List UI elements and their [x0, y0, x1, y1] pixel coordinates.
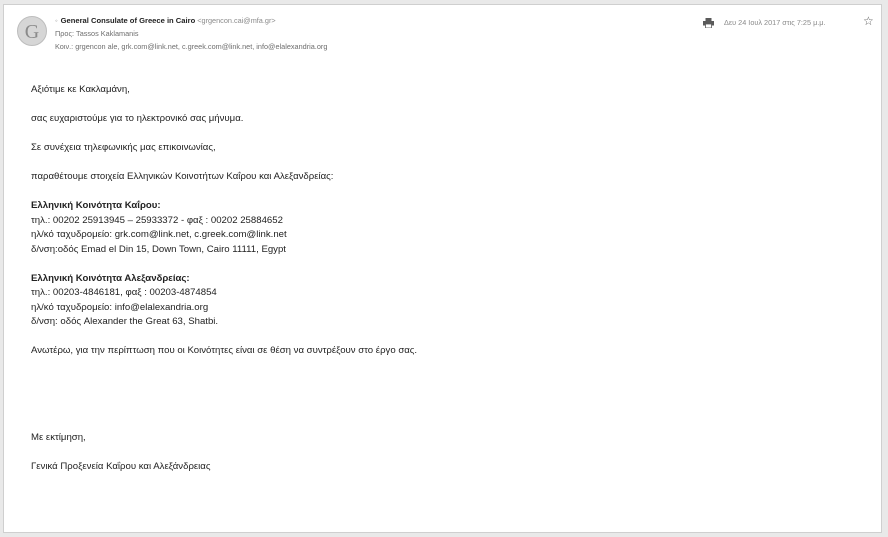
closing: Με εκτίμηση, — [31, 431, 86, 443]
cairo-title: Ελληνική Κοινότητα Καΐρου: — [31, 200, 161, 211]
body-line: σας ευχαριστούμε για το ηλεκτρονικό σας … — [31, 113, 244, 124]
alexandria-email: ηλ/κό ταχυδρομείο: info@elalexandria.org — [31, 301, 209, 313]
cairo-phone: τηλ.: 00202 25913945 – 25933372 - φαξ : … — [31, 214, 283, 226]
email-header: ◦ General Consulate of Greece in Cairo <g… — [55, 14, 327, 53]
sender-name[interactable]: General Consulate of Greece in Cairo — [61, 16, 196, 25]
cc-line: Κοιν.: grgencon ale, grk.com@link.net, c… — [55, 42, 328, 51]
greeting: Αξιότιμε κε Κακλαμάνη, — [31, 84, 130, 95]
body-line: Σε συνέχεια τηλεφωνικής μας επικοινωνίας… — [31, 142, 216, 153]
sender-avatar: G — [17, 16, 47, 46]
star-icon[interactable]: ☆ — [863, 15, 874, 28]
alexandria-phone: τηλ.: 00203-4846181, φαξ : 00203-4874854 — [31, 287, 217, 298]
email-message: G ◦ General Consulate of Greece in Cairo … — [3, 4, 882, 533]
body-line: παραθέτουμε στοιχεία Ελληνικών Κοινοτήτω… — [31, 171, 334, 182]
body-line: Ανωτέρω, για την περίπτωση που οι Κοινότ… — [31, 345, 418, 356]
email-date: Δευ 24 Ιουλ 2017 στις 7:25 μ.μ. — [724, 18, 826, 27]
alexandria-title: Ελληνική Κοινότητα Αλεξανδρείας: — [31, 272, 190, 284]
to-line: Προς: Tassos Kaklamanis — [55, 29, 139, 38]
signature: Γενικά Προξενεία Καΐρου και Αλεξάνδρειας — [31, 460, 211, 472]
status-dot-icon: ◦ — [55, 16, 58, 25]
alexandria-address: δ/νση: οδός Alexander the Great 63, Shat… — [31, 316, 219, 327]
print-icon[interactable] — [703, 18, 714, 28]
email-body: Αξιότιμε κε Κακλαμάνη, σας ευχαριστούμε … — [31, 83, 871, 474]
avatar-letter: G — [24, 20, 40, 43]
cairo-email: ηλ/κό ταχυδρομείο: grk.com@link.net, c.g… — [31, 229, 287, 240]
sender-email: <grgencon.cai@mfa.gr> — [197, 16, 276, 25]
from-line: ◦ General Consulate of Greece in Cairo <g… — [55, 14, 327, 27]
cairo-address: δ/νση:οδός Emad el Din 15, Down Town, Ca… — [31, 243, 286, 255]
